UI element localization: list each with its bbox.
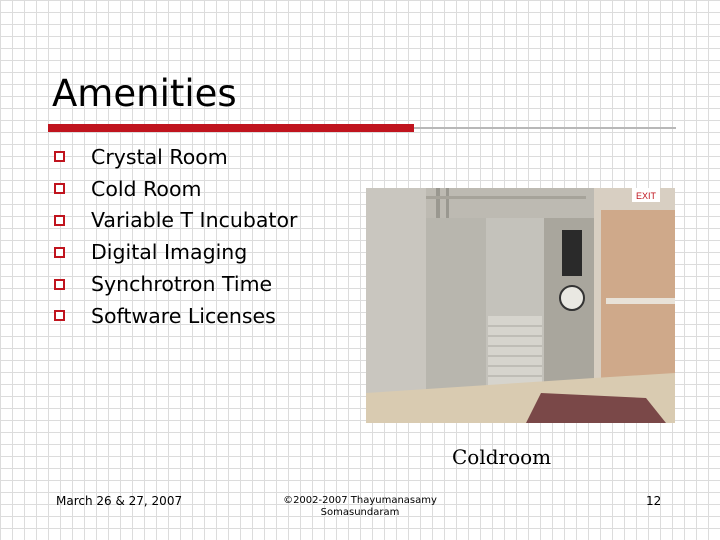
title-underline-divider — [414, 127, 676, 129]
coldroom-photo: EXIT — [366, 188, 675, 423]
bullet-list: Crystal Room Cold Room Variable T Incuba… — [52, 141, 297, 332]
photo-caption: Coldroom — [452, 445, 552, 469]
copyright-line-1: ©2002-2007 Thayumanasamy — [283, 495, 437, 506]
bullet-text: Synchrotron Time — [91, 272, 273, 297]
footer-copyright: ©2002-2007 Thayumanasamy Somasundaram — [280, 495, 440, 519]
bullet-text: Digital Imaging — [91, 240, 248, 265]
bullet-text: Cold Room — [91, 176, 202, 201]
list-item: Software Licenses — [52, 300, 297, 332]
bullet-text: Software Licenses — [91, 303, 276, 328]
square-bullet-icon — [54, 310, 65, 322]
exit-sign: EXIT — [636, 191, 657, 201]
list-item: Crystal Room — [52, 141, 297, 173]
list-item: Synchrotron Time — [52, 268, 297, 300]
list-item: Cold Room — [52, 173, 297, 205]
copyright-line-2: Somasundaram — [320, 507, 400, 518]
page-number: 12 — [646, 494, 662, 508]
title-underline-accent — [48, 124, 414, 132]
bullet-text: Crystal Room — [91, 144, 228, 169]
square-bullet-icon — [54, 278, 65, 290]
list-item: Digital Imaging — [52, 236, 297, 268]
square-bullet-icon — [54, 246, 65, 258]
square-bullet-icon — [54, 183, 65, 195]
square-bullet-icon — [54, 151, 65, 163]
slide-title: Amenities — [52, 72, 237, 115]
bullet-text: Variable T Incubator — [91, 208, 298, 233]
list-item: Variable T Incubator — [52, 205, 297, 237]
footer-date: March 26 & 27, 2007 — [56, 494, 183, 508]
square-bullet-icon — [54, 214, 65, 226]
